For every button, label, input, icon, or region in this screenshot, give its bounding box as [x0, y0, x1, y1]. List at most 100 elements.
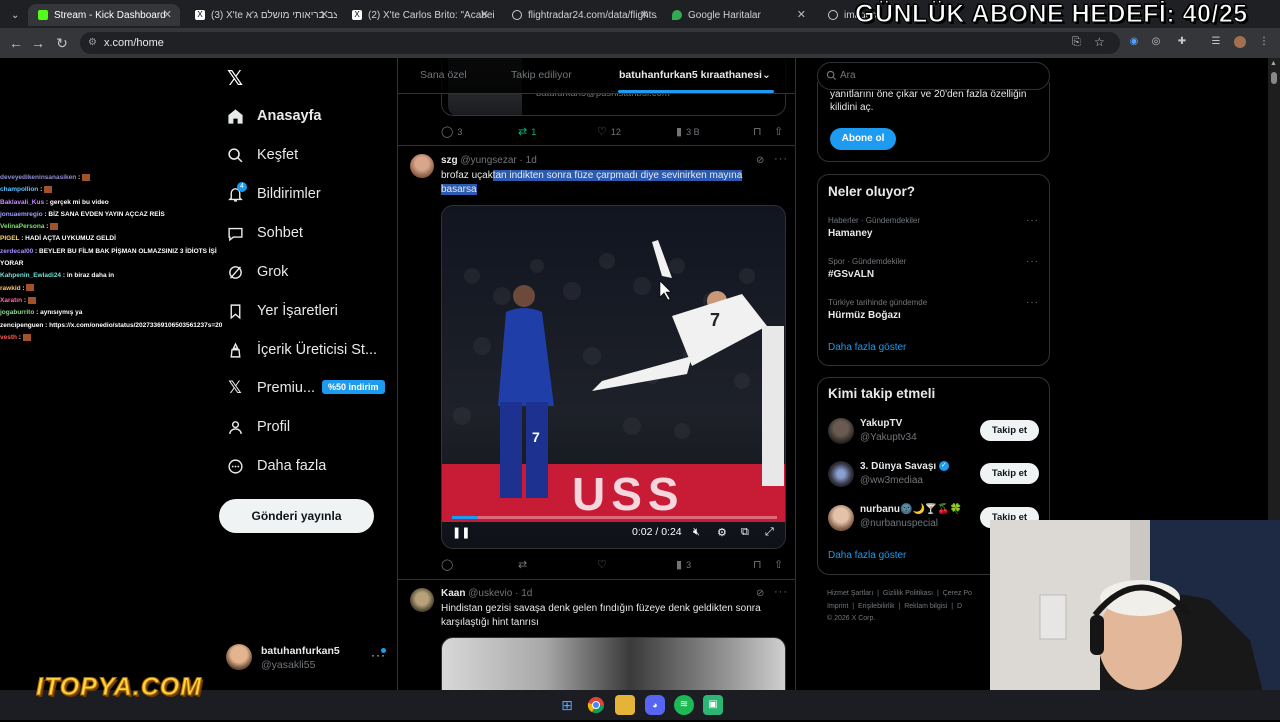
- close-icon[interactable]: ✕: [480, 8, 489, 21]
- author-handle[interactable]: @yungsezar: [460, 155, 516, 166]
- bookmark-button[interactable]: ⊓: [753, 125, 762, 138]
- author-name[interactable]: szg: [441, 155, 458, 166]
- site-info-icon[interactable]: ⚙: [88, 37, 97, 48]
- show-more-link[interactable]: Daha fazla göster: [828, 550, 906, 561]
- tab-x-2[interactable]: X (2) X'te Carlos Brito: "Acabei de ✕: [342, 4, 497, 26]
- post-button[interactable]: Gönderi yayınla: [219, 499, 374, 533]
- profile-avatar-icon[interactable]: [1234, 36, 1246, 48]
- nav-premium[interactable]: 𝕏 Premiu...: [226, 374, 315, 402]
- avatar[interactable]: [828, 461, 854, 487]
- app-icon[interactable]: ▣: [703, 695, 723, 715]
- tab-kick-dashboard[interactable]: Stream - Kick Dashboard ✕: [28, 4, 180, 26]
- close-icon[interactable]: ✕: [163, 8, 172, 21]
- trend-item[interactable]: #GSvALN: [828, 269, 874, 280]
- star-icon[interactable]: ☆: [1094, 35, 1105, 49]
- footer-link[interactable]: Hizmet Şartları: [827, 590, 873, 597]
- footer-link[interactable]: Gizlilik Politikası: [883, 590, 933, 597]
- nav-profile[interactable]: Profil: [226, 413, 290, 441]
- nav-home[interactable]: Anasayfa: [226, 102, 321, 130]
- tweet-media[interactable]: [441, 637, 786, 690]
- tab-search-button[interactable]: ⌄: [8, 4, 26, 26]
- spotify-icon[interactable]: ≋: [674, 695, 694, 715]
- like-button[interactable]: ♡: [597, 558, 607, 571]
- settings-icon[interactable]: ⚙: [717, 526, 727, 539]
- more-icon[interactable]: ···: [774, 586, 788, 598]
- footer-link[interactable]: Erişilebilirlik: [858, 603, 895, 610]
- nav-chat[interactable]: Sohbet: [226, 219, 303, 247]
- follow-button[interactable]: Takip et: [980, 420, 1039, 441]
- bookmark-button[interactable]: ⊓: [753, 558, 762, 571]
- nav-explore[interactable]: Keşfet: [226, 141, 298, 169]
- extension-voice-icon[interactable]: ◉: [1128, 36, 1140, 48]
- close-icon[interactable]: ✕: [797, 8, 806, 21]
- trend-item[interactable]: Hamaney: [828, 228, 872, 239]
- chevron-down-icon[interactable]: ⌄: [762, 69, 771, 81]
- install-icon[interactable]: ⎘: [1072, 36, 1081, 49]
- fullscreen-icon[interactable]: ⤢: [765, 526, 774, 539]
- suggested-user-name[interactable]: nurbanu🌚🌙🍸🍒🍀: [860, 504, 962, 515]
- reading-list-icon[interactable]: ☰: [1210, 36, 1222, 48]
- tab-community-list[interactable]: batuhanfurkan5 kıraathanesi: [619, 69, 762, 81]
- scrollbar-thumb[interactable]: [1271, 72, 1277, 84]
- more-icon[interactable]: ···: [1026, 256, 1039, 267]
- grok-icon[interactable]: ⊘: [756, 155, 764, 166]
- tab-flightradar[interactable]: flightradar24.com/data/flights/ ✕: [502, 4, 657, 26]
- views-button[interactable]: ▮ 3: [676, 558, 691, 571]
- footer-link[interactable]: Reklam bilgisi: [904, 603, 947, 610]
- reload-icon[interactable]: ↻: [54, 35, 70, 51]
- nav-bookmarks[interactable]: Yer İşaretleri: [226, 297, 338, 325]
- back-icon[interactable]: ←: [8, 35, 24, 51]
- avatar[interactable]: [410, 154, 434, 178]
- tab-google-maps[interactable]: Google Haritalar ✕: [662, 4, 814, 26]
- forward-icon[interactable]: →: [30, 35, 46, 51]
- repost-button[interactable]: ⇄ 1: [518, 125, 536, 138]
- close-icon[interactable]: ✕: [640, 8, 649, 21]
- views-button[interactable]: ▮ 3 B: [676, 125, 700, 138]
- tweet-time[interactable]: 1d: [521, 588, 532, 599]
- trend-item[interactable]: Hürmüz Boğazı: [828, 310, 901, 321]
- subscribe-button[interactable]: Abone ol: [830, 128, 896, 150]
- x-logo-icon[interactable]: 𝕏: [227, 66, 243, 91]
- share-button[interactable]: ⇧: [774, 125, 783, 138]
- suggested-user-name[interactable]: YakupTV: [860, 418, 902, 429]
- reply-button[interactable]: ◯ 3: [441, 125, 462, 138]
- discord-icon[interactable]: ◕: [645, 695, 665, 715]
- avatar[interactable]: [828, 418, 854, 444]
- nav-creator-studio[interactable]: İçerik Üreticisi St...: [226, 336, 377, 364]
- puzzle-icon[interactable]: ✚: [1176, 36, 1188, 48]
- like-button[interactable]: ♡ 12: [597, 125, 621, 138]
- windows-start-icon[interactable]: ⊞: [557, 695, 577, 715]
- repost-button[interactable]: ⇄: [518, 558, 527, 571]
- tab-x-1[interactable]: X (3) X'te במצב בריאותי מושלם ג'א ✕: [185, 4, 337, 26]
- footer-link[interactable]: Imprint: [827, 603, 848, 610]
- tab-for-you[interactable]: Sana özel: [420, 69, 467, 81]
- nav-grok[interactable]: Grok: [226, 258, 288, 286]
- video-player[interactable]: USS 7 7 ❚❚ 0:02 / 0:24 🔇︎ ⚙ ⧉ ⤢: [441, 205, 786, 549]
- author-handle[interactable]: @uskevio: [468, 588, 512, 599]
- more-icon[interactable]: ···: [1026, 215, 1039, 226]
- chrome-icon[interactable]: [586, 695, 606, 715]
- pause-icon[interactable]: ❚❚: [452, 526, 470, 539]
- reply-button[interactable]: ◯: [441, 558, 453, 571]
- follow-button[interactable]: Takip et: [980, 463, 1039, 484]
- tweet-time[interactable]: 1d: [526, 155, 537, 166]
- avatar[interactable]: [828, 505, 854, 531]
- footer-link[interactable]: Çerez Po: [943, 590, 972, 597]
- suggested-user-name[interactable]: 3. Dünya Savaşı ✓: [860, 461, 949, 472]
- share-button[interactable]: ⇧: [774, 558, 783, 571]
- more-icon[interactable]: ···: [774, 153, 788, 165]
- show-more-link[interactable]: Daha fazla göster: [828, 342, 906, 353]
- tab-following[interactable]: Takip ediliyor: [511, 69, 572, 81]
- grok-icon[interactable]: ⊘: [756, 588, 764, 599]
- address-bar[interactable]: ⚙ x.com/home ⎘ ☆: [80, 32, 1120, 54]
- footer-link[interactable]: D: [957, 603, 962, 610]
- mute-icon[interactable]: 🔇︎: [693, 526, 700, 539]
- nav-more[interactable]: Daha fazla: [226, 452, 326, 480]
- author-name[interactable]: Kaan: [441, 588, 465, 599]
- kebab-menu-icon[interactable]: ⋮: [1258, 36, 1270, 48]
- pip-icon[interactable]: ⧉: [741, 526, 749, 539]
- more-icon[interactable]: ···: [1026, 297, 1039, 308]
- extension-icon[interactable]: ◎: [1150, 36, 1162, 48]
- account-switcher[interactable]: batuhanfurkan5 @yasakli55 ···: [226, 642, 391, 674]
- avatar[interactable]: [410, 588, 434, 612]
